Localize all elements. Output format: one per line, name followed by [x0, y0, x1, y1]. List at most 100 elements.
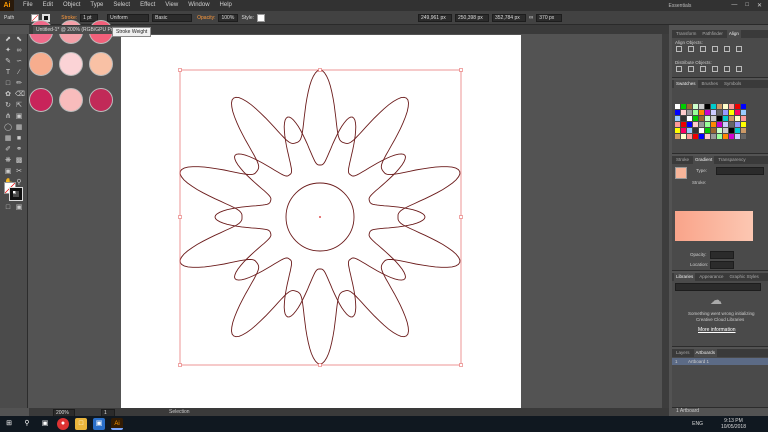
shape-builder-tool-icon[interactable]: ◯	[4, 124, 12, 132]
swatch-cell[interactable]	[675, 128, 680, 133]
blend-tool-icon[interactable]: ⚭	[15, 146, 23, 154]
swatch-cell[interactable]	[687, 128, 692, 133]
perspective-grid-tool-icon[interactable]: ▦	[15, 124, 23, 132]
swatch-cell[interactable]	[723, 122, 728, 127]
swatch-cell[interactable]	[711, 122, 716, 127]
more-information-link[interactable]: More information	[698, 327, 736, 333]
swatch-preview-dot[interactable]	[29, 52, 53, 76]
line-tool-icon[interactable]: ∕	[15, 69, 23, 77]
tab-align[interactable]: Align	[726, 30, 741, 38]
tab-libraries[interactable]: Libraries	[674, 273, 696, 281]
library-select[interactable]	[675, 283, 761, 291]
mesh-tool-icon[interactable]: ▦	[4, 135, 12, 143]
workspace-switcher[interactable]: Essentials	[669, 3, 692, 9]
curvature-tool-icon[interactable]: ∽	[15, 58, 23, 66]
width-tool-icon[interactable]: ⋔	[4, 113, 12, 121]
swatch-cell[interactable]	[729, 122, 734, 127]
swatch-cell[interactable]	[729, 128, 734, 133]
eyedropper-tool-icon[interactable]: ✐	[4, 146, 12, 154]
illustrator-taskbar-icon[interactable]: Ai	[111, 418, 123, 430]
swatch-cell[interactable]	[687, 116, 692, 121]
x-input[interactable]: 249,961 px	[418, 13, 452, 22]
swatch-cell[interactable]	[699, 104, 704, 109]
start-icon[interactable]: ⊞	[3, 418, 15, 430]
tab-artboards[interactable]: Artboards	[693, 349, 718, 357]
opacity-input[interactable]: 100%	[218, 13, 239, 22]
align-option-icon[interactable]	[676, 66, 682, 72]
gradient-type-select[interactable]	[716, 167, 764, 175]
tab-gradient[interactable]: Gradient	[693, 156, 715, 164]
swatch-cell[interactable]	[705, 128, 710, 133]
swatch-cell[interactable]	[717, 128, 722, 133]
gradient-tool-icon[interactable]: ■	[15, 135, 23, 143]
brush-definition[interactable]: Basic	[152, 13, 193, 22]
swatch-cell[interactable]	[675, 116, 680, 121]
swatch-cell[interactable]	[699, 134, 704, 139]
scale-tool-icon[interactable]: ⇱	[15, 102, 23, 110]
align-option-icon[interactable]	[688, 66, 694, 72]
shaper-tool-icon[interactable]: ✿	[4, 91, 12, 99]
gradient-location-input[interactable]	[710, 261, 734, 269]
draw-normal-icon[interactable]: □	[4, 204, 12, 212]
swatch-cell[interactable]	[723, 134, 728, 139]
swatch-cell[interactable]	[729, 110, 734, 115]
swatch-cell[interactable]	[741, 116, 746, 121]
tab-transparency[interactable]: Transparency	[716, 156, 747, 164]
swatch-cell[interactable]	[741, 122, 746, 127]
y-input[interactable]: 250,398 px	[455, 13, 489, 22]
maximize-icon[interactable]: □	[745, 2, 749, 9]
rotate-tool-icon[interactable]: ↻	[4, 102, 12, 110]
swatch-cell[interactable]	[717, 134, 722, 139]
vertical-scrollbar[interactable]	[662, 34, 669, 408]
align-option-icon[interactable]	[676, 46, 682, 52]
swatch-preview-dot[interactable]	[89, 52, 113, 76]
stroke-color-box[interactable]	[9, 187, 23, 201]
menu-window[interactable]: Window	[183, 0, 214, 11]
swatch-cell[interactable]	[735, 104, 740, 109]
swatch-cell[interactable]	[741, 104, 746, 109]
swatch-cell[interactable]	[717, 110, 722, 115]
swatch-cell[interactable]	[711, 110, 716, 115]
style-swatch[interactable]	[257, 13, 265, 22]
swatch-cell[interactable]	[675, 110, 680, 115]
paintbrush-tool-icon[interactable]: ✏	[15, 80, 23, 88]
swatch-preview-dot[interactable]	[89, 88, 113, 112]
opacity-label[interactable]: Opacity:	[197, 15, 215, 21]
swatch-cell[interactable]	[687, 110, 692, 115]
swatch-cell[interactable]	[729, 104, 734, 109]
swatch-cell[interactable]	[735, 122, 740, 127]
gradient-bar[interactable]	[675, 211, 753, 241]
store-icon[interactable]: ▣	[93, 418, 105, 430]
tab-pathfinder[interactable]: Pathfinder	[700, 30, 725, 38]
align-option-icon[interactable]	[736, 66, 742, 72]
type-tool-icon[interactable]: T	[4, 69, 12, 77]
swatch-cell[interactable]	[687, 134, 692, 139]
swatch-cell[interactable]	[693, 116, 698, 121]
swatch-cell[interactable]	[705, 110, 710, 115]
swatch-cell[interactable]	[681, 134, 686, 139]
menu-effect[interactable]: Effect	[135, 0, 160, 11]
tab-layers[interactable]: Layers	[674, 349, 692, 357]
swatch-preview-dot[interactable]	[59, 52, 83, 76]
swatch-cell[interactable]	[675, 122, 680, 127]
align-option-icon[interactable]	[700, 46, 706, 52]
clock[interactable]: 9:13 PM 10/05/2018	[721, 418, 746, 430]
menu-file[interactable]: File	[18, 0, 38, 11]
lasso-tool-icon[interactable]: ∞	[15, 47, 23, 55]
gradient-preview-swatch[interactable]	[675, 167, 687, 179]
swatch-cell[interactable]	[699, 116, 704, 121]
width-input[interactable]: 352,784 px	[492, 13, 526, 22]
swatch-cell[interactable]	[693, 134, 698, 139]
tab-swatches[interactable]: Swatches	[674, 80, 698, 88]
artboard-row[interactable]: 1 Artboard 1	[672, 358, 768, 365]
direct-selection-tool-icon[interactable]: ⬉	[15, 36, 23, 44]
pen-tool-icon[interactable]: ✎	[4, 58, 12, 66]
swatch-cell[interactable]	[681, 116, 686, 121]
swatch-cell[interactable]	[693, 104, 698, 109]
swatch-cell[interactable]	[705, 134, 710, 139]
swatch-cell[interactable]	[711, 116, 716, 121]
swatch-cell[interactable]	[735, 110, 740, 115]
swatch-cell[interactable]	[705, 104, 710, 109]
menu-edit[interactable]: Edit	[38, 0, 58, 11]
search-icon[interactable]: ⚲	[21, 418, 33, 430]
